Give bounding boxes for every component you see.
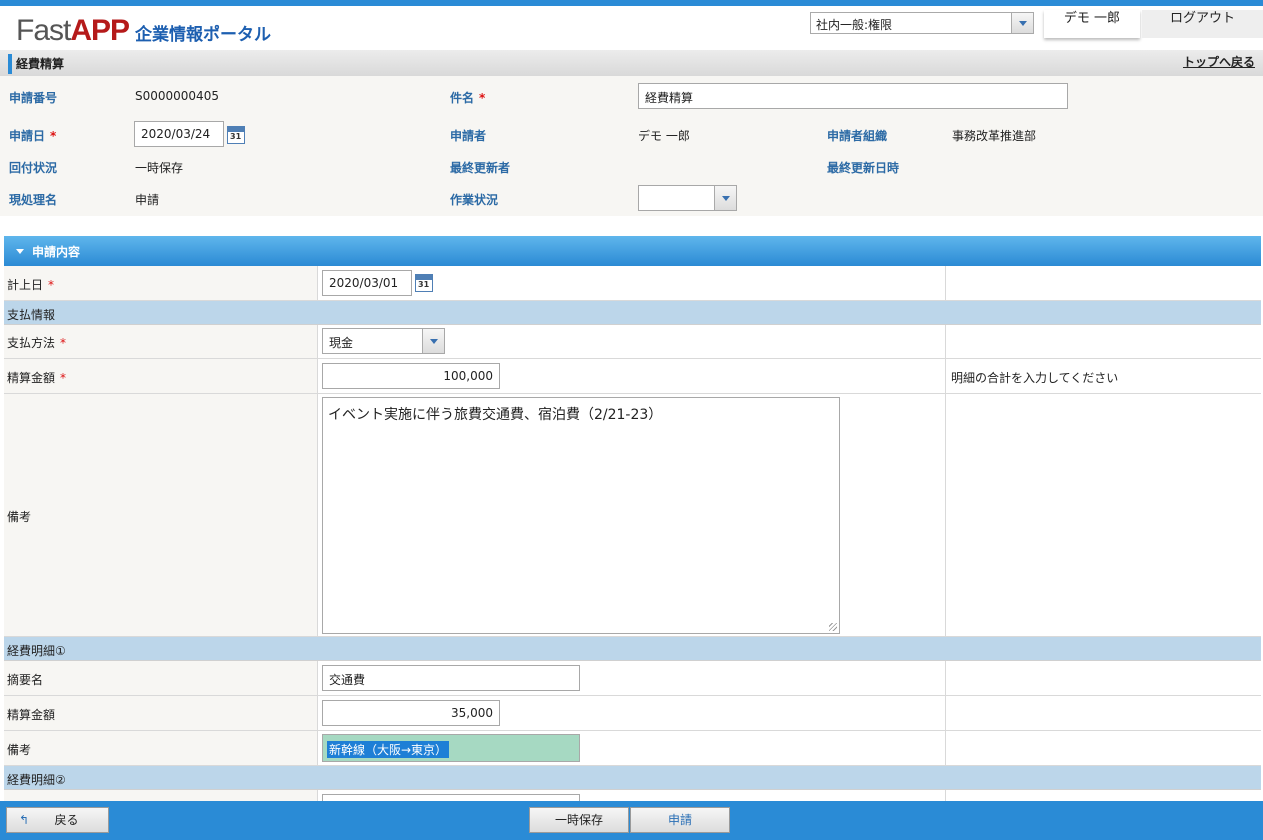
back-to-top-link[interactable]: トップへ戻る [1183,53,1255,70]
calendar-icon[interactable]: 31 [227,126,245,144]
last-updated-label: 最終更新日時 [827,161,900,175]
collapse-triangle-icon [16,249,24,254]
detail1-summary-input[interactable]: 交通費 [322,665,580,691]
group-expense-detail-2: 経費明細② [4,766,1261,790]
booking-date-label: 計上日 * [7,278,55,292]
page-title: 経費精算 [16,57,65,71]
booking-date-input[interactable]: 2020/03/01 [322,270,412,296]
required-mark: * [60,336,67,350]
row-detail1-amount: 精算金額 35,000 [4,696,1261,731]
required-mark: * [479,91,486,105]
payment-method-value: 現金 [329,336,354,350]
save-draft-button[interactable]: 一時保存 [529,807,629,833]
current-step-label: 現処理名 [9,193,58,207]
required-mark: * [60,371,67,385]
subject-input[interactable]: 経費精算 [638,83,1068,109]
detail1-group-label: 経費明細① [7,644,66,658]
resize-grip-icon[interactable] [829,623,837,631]
logo-portal-name: 企業情報ポータル [135,25,272,45]
row-booking-date: 計上日 * 2020/03/01 31 [4,266,1261,301]
group-expense-detail-1: 経費明細① [4,637,1261,661]
row-detail1-remarks: 備考 新幹線（大阪→東京） [4,731,1261,766]
applicant-value: デモ 一郎 [638,129,690,143]
row-detail1-summary: 摘要名 交通費 [4,661,1261,696]
role-select-value: 社内一般:権限 [816,18,893,32]
org-label: 申請者組織 [827,129,888,143]
detail1-remarks-label: 備考 [7,743,32,757]
detail1-amount-input[interactable]: 35,000 [322,700,500,726]
current-step-value: 申請 [135,193,160,207]
payment-method-select[interactable]: 現金 [322,328,445,354]
subject-label: 件名 * [450,91,486,105]
calendar-icon[interactable]: 31 [415,274,433,292]
role-select[interactable]: 社内一般:権限 [810,12,1034,34]
required-mark: * [48,278,55,292]
back-button-label: 戻る [54,813,79,827]
application-summary: 申請番号 S0000000405 件名 * 経費精算 申請日 * 2020/03/2… [0,76,1263,216]
detail1-summary-label: 摘要名 [7,673,44,687]
last-updater-label: 最終更新者 [450,161,511,175]
amount-input[interactable]: 100,000 [322,363,500,389]
detail1-amount-label: 精算金額 [7,708,56,722]
payment-group-label: 支払情報 [7,308,56,322]
detail2-group-label: 経費明細② [7,773,66,787]
logout-button[interactable]: ログアウト [1142,10,1263,38]
title-accent [8,54,12,74]
app-logo[interactable]: FastAPP 企業情報ポータル [16,14,271,50]
page-title-bar: 経費精算 トップへ戻る [0,50,1263,76]
footer-action-bar: ↰ 戻る 一時保存 申請 [0,801,1263,840]
app-header: FastAPP 企業情報ポータル 社内一般:権限 デモ 一郎 ログアウト [0,6,1263,50]
section-header-application-content[interactable]: 申請内容 [4,236,1261,266]
org-value: 事務改革推進部 [952,129,1037,143]
amount-label: 精算金額 * [7,371,67,385]
chevron-down-icon[interactable] [714,186,736,210]
app-no-value: S0000000405 [135,89,219,103]
work-status-label: 作業状況 [450,193,499,207]
logo-app: APP [70,14,130,47]
work-status-select[interactable] [638,185,737,211]
submit-button[interactable]: 申請 [630,807,730,833]
applicant-label: 申請者 [450,129,487,143]
section-title: 申請内容 [32,245,81,259]
required-mark: * [50,129,57,143]
logo-fast: Fast [16,14,71,47]
row-amount: 精算金額 * 100,000 明細の合計を入力してください [4,359,1261,394]
remarks-label: 備考 [7,510,32,524]
chevron-down-icon[interactable] [422,329,444,353]
app-date-input[interactable]: 2020/03/24 [134,121,224,147]
remarks-textarea[interactable]: イベント実施に伴う旅費交通費、宿泊費（2/21-23） [322,397,840,634]
route-status-label: 回付状況 [9,161,58,175]
user-name-tab[interactable]: デモ 一郎 [1044,10,1140,38]
detail1-remarks-selected-text: 新幹線（大阪→東京） [327,741,450,758]
amount-hint: 明細の合計を入力してください [951,371,1119,385]
row-payment-method: 支払方法 * 現金 [4,325,1261,359]
row-remarks: 備考 イベント実施に伴う旅費交通費、宿泊費（2/21-23） [4,394,1261,637]
back-button[interactable]: ↰ 戻る [6,807,109,833]
route-status-value: 一時保存 [135,161,184,175]
payment-method-label: 支払方法 * [7,336,67,350]
detail1-remarks-input[interactable]: 新幹線（大阪→東京） [322,734,580,762]
return-arrow-icon: ↰ [19,813,30,827]
app-no-label: 申請番号 [9,91,58,105]
app-date-label: 申請日 * [9,129,57,143]
chevron-down-icon[interactable] [1011,13,1033,33]
remarks-text: イベント実施に伴う旅費交通費、宿泊費（2/21-23） [328,407,663,423]
group-payment-info: 支払情報 [4,301,1261,325]
